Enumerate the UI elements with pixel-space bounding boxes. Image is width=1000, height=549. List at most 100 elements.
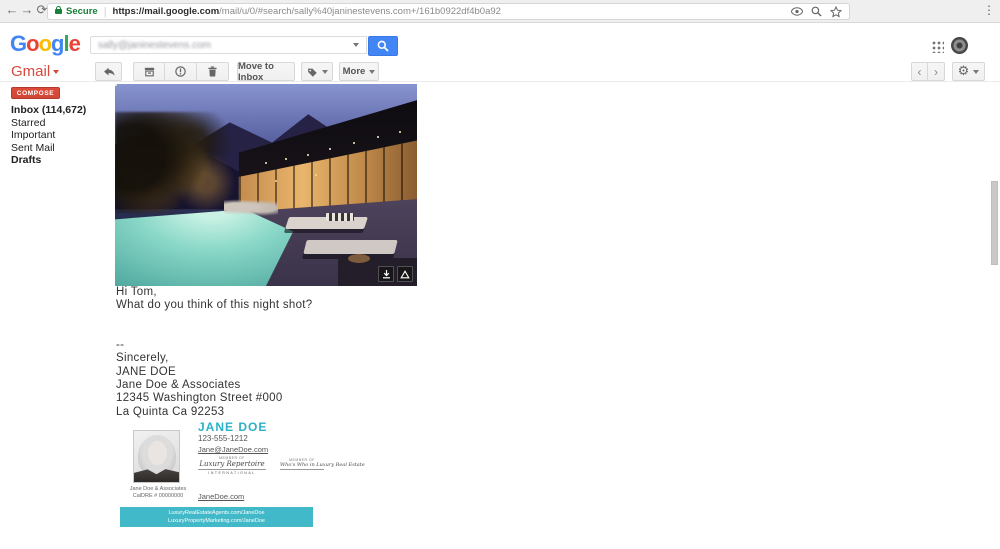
labels-button[interactable] xyxy=(301,62,333,81)
address-divider: | xyxy=(104,6,107,18)
search-query-text: sally@janinestevens.com xyxy=(98,40,353,51)
gmail-brand-caret-icon xyxy=(53,70,59,74)
photo-chaise-lounge xyxy=(303,240,397,254)
gmail-brand-label: Gmail xyxy=(11,63,50,80)
url-domain: https://mail.google.com xyxy=(113,6,220,17)
signature-photo-caption: Jane Doe & Associates xyxy=(118,486,198,492)
attachment-hover-actions xyxy=(378,266,413,282)
google-logo[interactable]: Google xyxy=(10,31,80,57)
logo-script-text: Who's Who in Luxury Real Estate xyxy=(280,462,324,468)
url-text: https://mail.google.com/mail/u/0/#search… xyxy=(113,6,501,17)
url-path: /mail/u/0/#search/sally%40janinestevens.… xyxy=(219,6,501,17)
signature-license-number: CalDRE # 00000000 xyxy=(118,493,198,499)
signature-logo-luxury-repertoire: MEMBER OF Luxury Repertoire INTERNATIONA… xyxy=(198,456,266,475)
google-header: Google sally@janinestevens.com xyxy=(0,24,1000,61)
search-icon xyxy=(377,40,389,52)
sidebar-item-starred[interactable]: Starred xyxy=(11,117,45,129)
settings-caret-icon xyxy=(973,70,979,74)
chevron-left-icon: ‹ xyxy=(918,65,922,79)
signature-website-link[interactable]: JaneDoe.com xyxy=(198,492,244,501)
download-icon xyxy=(382,270,391,279)
logo-letter: o xyxy=(26,31,38,56)
apps-grid-icon[interactable] xyxy=(931,40,944,53)
search-options-caret-icon[interactable] xyxy=(353,43,359,47)
compose-button[interactable]: COMPOSE xyxy=(11,87,60,99)
delete-button[interactable] xyxy=(197,62,229,81)
search-button[interactable] xyxy=(368,36,398,56)
logo-letter: e xyxy=(69,31,80,56)
more-caret-icon xyxy=(369,70,375,74)
logo-sub-rule xyxy=(280,469,324,471)
photo-patio-chairs xyxy=(224,197,278,217)
body-line xyxy=(116,326,536,339)
email-attachment-photo[interactable] xyxy=(115,84,417,286)
signature-phone: 123-555-1212 xyxy=(198,434,248,443)
logo-letter: G xyxy=(10,31,26,56)
signature-name: JANE DOE xyxy=(198,420,267,434)
gear-icon: ⚙ xyxy=(958,65,970,78)
save-to-drive-button[interactable] xyxy=(397,266,413,282)
label-tag-icon xyxy=(306,66,318,78)
secure-badge[interactable]: Secure xyxy=(66,6,98,17)
magnifier-icon[interactable] xyxy=(811,6,822,17)
eye-icon[interactable] xyxy=(791,7,803,16)
photo-striped-pillow xyxy=(326,213,353,221)
email-body: Hi Tom, What do you think of this night … xyxy=(116,286,536,419)
sidebar-item-important[interactable]: Important xyxy=(11,129,55,141)
back-to-search-button[interactable] xyxy=(95,62,122,81)
signature-headshot-photo xyxy=(133,430,180,483)
photo-side-table xyxy=(348,254,370,263)
newer-conversation-button[interactable]: ‹ xyxy=(911,62,928,81)
more-label: More xyxy=(343,66,366,77)
browser-back-icon[interactable]: ← xyxy=(5,2,19,17)
body-line: La Quinta Ca 92253 xyxy=(116,406,536,419)
archive-button[interactable] xyxy=(133,62,165,81)
logo-letter: g xyxy=(51,31,63,56)
older-conversation-button[interactable]: › xyxy=(928,62,945,81)
message-actions-group xyxy=(133,62,229,81)
browser-toolbar: ← → ⟳ Secure | https://mail.google.com/m… xyxy=(0,0,1000,23)
body-line: -- xyxy=(116,339,536,352)
gmail-screen: ← → ⟳ Secure | https://mail.google.com/m… xyxy=(0,0,1000,549)
body-line: JANE DOE xyxy=(116,366,536,379)
browser-forward-icon[interactable]: → xyxy=(20,2,34,17)
body-line xyxy=(116,313,536,326)
sidebar-item-inbox[interactable]: Inbox (114,672) xyxy=(11,104,86,116)
headshot-face xyxy=(148,441,167,465)
more-button[interactable]: More xyxy=(339,62,379,81)
banner-link-marketing[interactable]: LuxuryPropertyMarketing.com/JaneDoe xyxy=(168,518,265,525)
browser-menu-icon[interactable]: ⋮ xyxy=(983,3,995,17)
bookmark-star-icon[interactable] xyxy=(830,6,842,18)
logo-sub-text: INTERNATIONAL xyxy=(198,469,266,475)
labels-caret-icon xyxy=(322,70,328,74)
photo-house-lights xyxy=(115,84,117,86)
signature-email-link[interactable]: Jane@JaneDoe.com xyxy=(198,445,268,454)
logo-letter: o xyxy=(39,31,51,56)
report-spam-button[interactable] xyxy=(165,62,197,81)
lock-icon xyxy=(55,9,62,14)
gmail-toolbar: Gmail Move to Inbox More ‹ › ⚙ xyxy=(0,61,1000,82)
trash-icon xyxy=(206,65,219,78)
sidebar-item-sent-mail[interactable]: Sent Mail xyxy=(11,142,55,154)
banner-link-agents[interactable]: LuxuryRealEstateAgents.com/JaneDoe xyxy=(169,510,265,517)
account-avatar[interactable] xyxy=(951,37,968,54)
mail-search-input[interactable]: sally@janinestevens.com xyxy=(90,36,367,54)
pagination-group: ‹ › xyxy=(911,62,945,81)
gmail-brand-menu[interactable]: Gmail xyxy=(11,63,59,80)
drive-icon xyxy=(400,270,410,279)
scrollbar-thumb[interactable] xyxy=(991,181,998,265)
address-bar[interactable]: Secure | https://mail.google.com/mail/u/… xyxy=(47,3,850,20)
sidebar-item-drafts[interactable]: Drafts xyxy=(11,154,41,166)
body-line: Hi Tom, xyxy=(116,286,536,299)
body-line: Jane Doe & Associates xyxy=(116,379,536,392)
spam-icon xyxy=(174,65,187,78)
settings-button[interactable]: ⚙ xyxy=(952,62,985,81)
body-line: Sincerely, xyxy=(116,352,536,365)
move-to-inbox-label: Move to Inbox xyxy=(238,61,294,83)
body-line: What do you think of this night shot? xyxy=(116,299,536,312)
return-arrow-icon xyxy=(102,65,115,78)
archive-icon xyxy=(143,65,156,78)
download-attachment-button[interactable] xyxy=(378,266,394,282)
move-to-inbox-button[interactable]: Move to Inbox xyxy=(237,62,295,81)
chevron-right-icon: › xyxy=(934,65,938,79)
